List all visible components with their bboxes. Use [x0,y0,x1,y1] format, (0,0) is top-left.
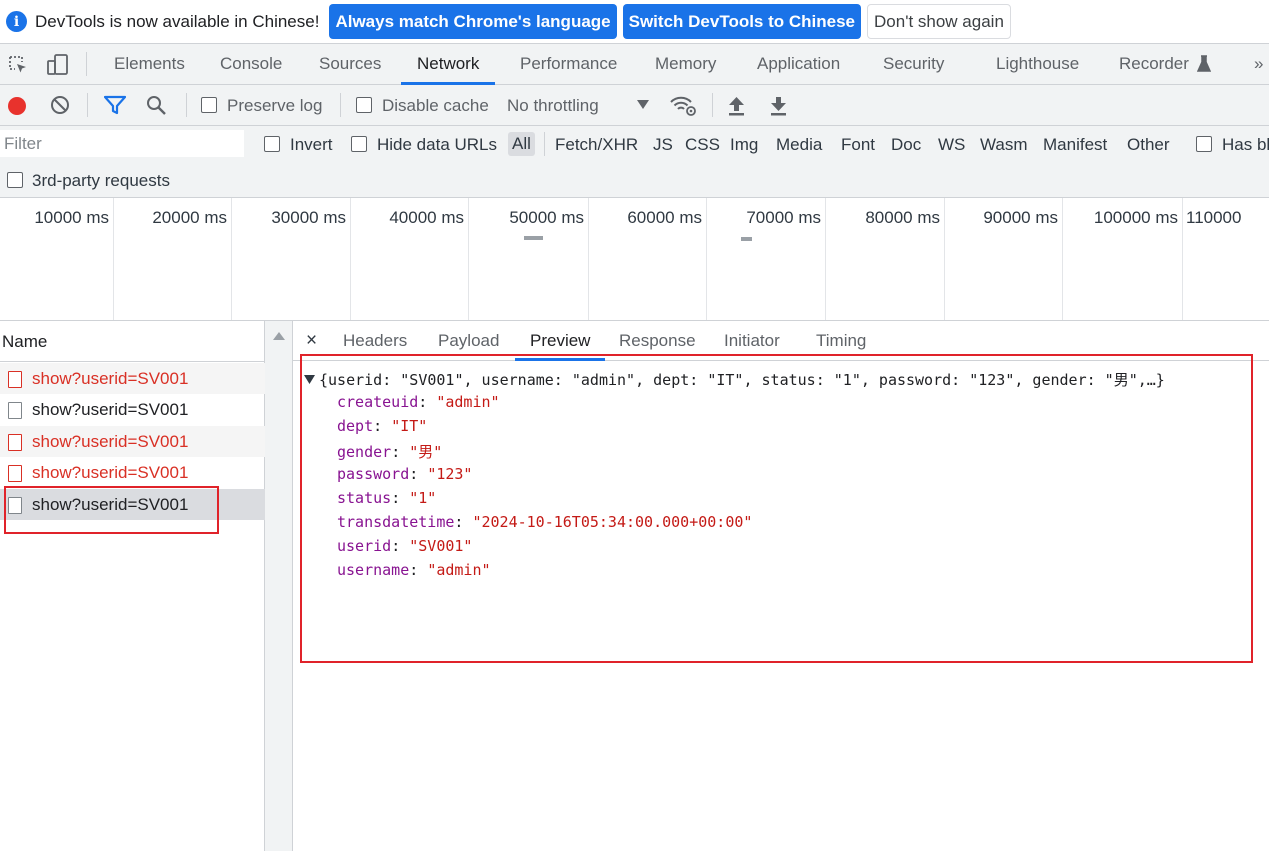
toolbar-divider [87,93,88,117]
request-row[interactable]: show?userid=SV001 [0,457,265,488]
filter-bar: Filter Invert Hide data URLs All Fetch/X… [0,126,1269,162]
filter-type-fetch-xhr[interactable]: Fetch/XHR [555,135,638,155]
invert-label: Invert [290,135,333,154]
disable-cache-checkbox[interactable] [356,97,372,113]
main-tab-bar: Elements Console Sources Network Perform… [0,44,1269,85]
request-name: show?userid=SV001 [32,432,189,451]
switch-language-button[interactable]: Switch DevTools to Chinese [622,4,862,39]
filter-type-manifest[interactable]: Manifest [1043,135,1107,155]
record-icon[interactable] [7,96,27,116]
clear-icon[interactable] [50,95,70,115]
inspect-element-icon[interactable] [7,54,29,76]
filter-divider [544,132,545,156]
more-tabs-button[interactable]: » [1254,44,1263,84]
document-icon [8,434,22,451]
request-row[interactable]: show?userid=SV001 [0,363,265,394]
document-icon [8,371,22,388]
hide-data-urls-checkbox[interactable] [351,136,367,152]
tab-lighthouse[interactable]: Lighthouse [996,44,1079,84]
tab-recorder[interactable]: Recorder [1119,44,1189,84]
overview-tick: 80000 ms [865,208,940,227]
overview-tick: 50000 ms [509,208,584,227]
language-infobar: i DevTools is now available in Chinese! … [0,0,1269,44]
overview-request-bar [741,237,752,241]
overview-tick: 10000 ms [34,208,109,227]
tab-application[interactable]: Application [757,44,840,84]
overview-tick: 20000 ms [152,208,227,227]
request-list: Name show?userid=SV001 show?userid=SV001… [0,321,265,851]
filter-type-media[interactable]: Media [776,135,822,155]
device-toolbar-icon[interactable] [46,53,70,77]
infobar-message: DevTools is now available in Chinese! [35,11,320,31]
preserve-log-checkbox[interactable] [201,97,217,113]
info-icon: i [6,11,27,32]
overview-tick: 100000 ms [1093,208,1178,227]
filter-type-js[interactable]: JS [653,135,673,155]
network-conditions-icon[interactable] [669,93,697,117]
invert-checkbox[interactable] [264,136,280,152]
disable-cache-label: Disable cache [382,96,489,115]
overview-tick: 110000 [1186,208,1242,227]
filter-type-img[interactable]: Img [730,135,758,155]
export-har-icon[interactable] [769,95,788,116]
toolbar-divider [186,93,187,117]
toolbar-divider [86,52,87,76]
third-party-bar: 3rd-party requests [0,162,1269,198]
overview-request-bar [524,236,543,240]
overview-tick: 30000 ms [271,208,346,227]
filter-icon[interactable] [104,95,126,115]
match-language-button[interactable]: Always match Chrome's language [329,4,617,39]
dont-show-again-button[interactable]: Don't show again [867,4,1011,39]
tab-performance[interactable]: Performance [520,44,617,84]
sort-ascending-icon[interactable] [273,332,285,340]
overview-gridline [1182,198,1183,320]
filter-type-other[interactable]: Other [1127,135,1170,155]
tab-memory[interactable]: Memory [655,44,716,84]
filter-input[interactable]: Filter [0,130,244,157]
overview-tick: 60000 ms [627,208,702,227]
overview-tick: 70000 ms [746,208,821,227]
has-blocked-cookies-label: Has bl [1222,135,1269,154]
tab-console[interactable]: Console [220,44,282,84]
chevron-down-icon[interactable] [637,100,649,110]
filter-type-all[interactable]: All [508,132,535,156]
request-row[interactable]: show?userid=SV001 [0,394,265,425]
network-toolbar: Preserve log Disable cache No throttling [0,85,1269,126]
search-icon[interactable] [146,95,167,116]
network-overview[interactable]: 10000 ms 20000 ms 30000 ms 40000 ms 5000… [0,198,1269,321]
tab-sources[interactable]: Sources [319,44,381,84]
has-blocked-cookies-checkbox[interactable] [1196,136,1212,152]
request-name: show?userid=SV001 [32,400,189,419]
annotation-box-preview [300,354,1253,663]
filter-type-css[interactable]: CSS [685,135,720,155]
toolbar-divider [340,93,341,117]
overview-tick: 90000 ms [983,208,1058,227]
name-column-header[interactable]: Name [0,321,265,362]
import-har-icon[interactable] [727,95,746,116]
preserve-log-label: Preserve log [227,96,323,115]
tab-network[interactable]: Network [401,44,496,85]
annotation-box-request [4,486,219,534]
document-icon [8,402,22,419]
filter-type-ws[interactable]: WS [938,135,965,155]
hide-data-urls-label: Hide data URLs [377,135,498,154]
tab-elements[interactable]: Elements [114,44,185,84]
filter-type-font[interactable]: Font [841,135,875,155]
toolbar-divider [712,93,713,117]
waterfall-scroll-column[interactable] [265,321,293,851]
throttling-select[interactable]: No throttling [507,96,599,116]
filter-type-doc[interactable]: Doc [891,135,921,155]
filter-type-wasm[interactable]: Wasm [980,135,1028,155]
tab-security[interactable]: Security [883,44,944,84]
request-name: show?userid=SV001 [32,369,189,388]
request-row[interactable]: show?userid=SV001 [0,426,265,457]
third-party-label: 3rd-party requests [32,171,170,190]
overview-tick: 40000 ms [389,208,464,227]
request-name: show?userid=SV001 [32,463,189,482]
third-party-checkbox[interactable] [7,172,23,188]
experiment-flask-icon [1197,55,1211,72]
document-icon [8,465,22,482]
